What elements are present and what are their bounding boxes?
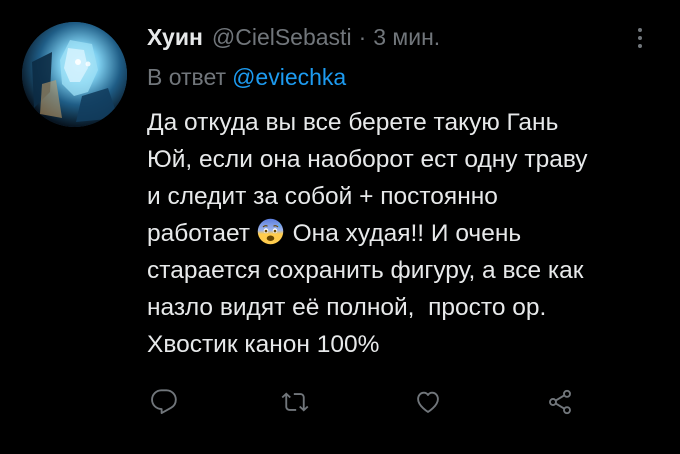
tweet-text-line-with-emoji: работает Она худая!! И очень xyxy=(147,215,667,252)
retweet-button[interactable] xyxy=(278,385,312,419)
reply-context: В ответ @eviechka xyxy=(147,64,346,91)
tweet-text-line: Хвостик канон 100% xyxy=(147,331,380,358)
author-name[interactable]: Хуин xyxy=(147,24,203,51)
action-bar xyxy=(0,385,680,419)
tweet-text: Да откуда вы все берете такую Гань Юй, е… xyxy=(147,104,667,363)
timestamp[interactable]: 3 мин. xyxy=(373,24,440,51)
tweet-text-segment: Она худая!! И очень xyxy=(292,220,522,247)
tweet-text-segment: работает xyxy=(147,220,250,247)
tweet: Хуин @CielSebasti · 3 мин. В ответ @eviec… xyxy=(0,0,680,454)
share-icon xyxy=(549,389,571,415)
tweet-text-line: и следит за собой + постоянно xyxy=(147,183,498,210)
author-handle[interactable]: @CielSebasti xyxy=(212,24,352,51)
separator-dot: · xyxy=(358,24,367,50)
reply-handle-link[interactable]: @eviechka xyxy=(232,64,346,90)
like-icon xyxy=(417,391,439,413)
reply-button[interactable] xyxy=(147,385,181,419)
tweet-header: Хуин @CielSebasti · 3 мин. xyxy=(147,24,440,54)
avatar-image xyxy=(22,22,127,127)
tweet-text-line: Юй, если она наоборот ест одну траву xyxy=(147,146,588,173)
tweet-text-line: Да откуда вы все берете такую Гань xyxy=(147,109,559,136)
share-button[interactable] xyxy=(543,385,577,419)
retweet-icon xyxy=(281,392,309,412)
tweet-text-line: назло видят её полной, просто ор. xyxy=(147,294,547,321)
tweet-text-line: старается сохранить фигуру, а все как xyxy=(147,257,584,284)
avatar[interactable] xyxy=(22,22,127,127)
reply-prefix: В ответ xyxy=(147,64,227,90)
reply-icon xyxy=(151,389,177,415)
like-button[interactable] xyxy=(411,385,445,419)
anxious-face-with-sweat-icon xyxy=(257,218,284,245)
more-options-icon[interactable] xyxy=(628,26,652,50)
